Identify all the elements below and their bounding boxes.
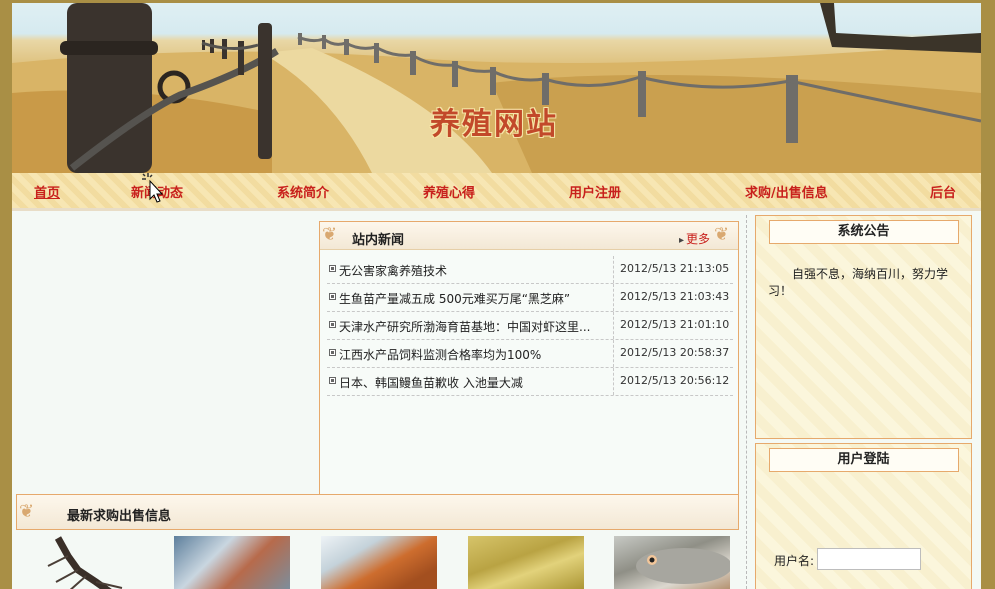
news-more-link[interactable]: 更多	[679, 230, 710, 247]
bullet-icon	[329, 321, 336, 328]
news-date: 2012/5/13 20:58:37	[613, 340, 733, 367]
bullet-icon	[329, 349, 336, 356]
news-panel-header: ❦ 站内新闻 更多 ❦	[320, 222, 738, 250]
corner-ornament-icon: ❦	[322, 224, 338, 245]
site-banner: 养殖网站	[12, 3, 981, 173]
column-divider	[746, 215, 747, 589]
news-date: 2012/5/13 21:03:43	[613, 284, 733, 311]
news-date: 2012/5/13 21:01:10	[613, 312, 733, 339]
site-news-panel: ❦ 站内新闻 更多 ❦ 无公害家禽养殖技术 2012/5/13 21:13:05…	[319, 221, 739, 495]
news-title-link[interactable]: 无公害家禽养殖技术	[339, 262, 609, 279]
user-login-panel: 用户登陆 用户名:	[755, 443, 972, 589]
nav-item-register[interactable]: 用户注册	[569, 182, 621, 201]
page-container: 养殖网站 首页 新闻动态 系统简介 养殖心得 用户注册 求购/出售信息 后台 ❦…	[12, 3, 981, 589]
left-content-area	[12, 215, 312, 495]
trade-thumbnail-fish[interactable]	[614, 536, 730, 589]
trade-thumbnail-seafood[interactable]	[174, 536, 290, 589]
latest-trade-title: 最新求购出售信息	[67, 509, 172, 524]
news-row: 江西水产品饲料监测合格率均为100% 2012/5/13 20:58:37	[327, 340, 733, 368]
bullet-icon	[329, 377, 336, 384]
nav-item-admin[interactable]: 后台	[930, 182, 956, 201]
corner-ornament-icon: ❦	[714, 224, 730, 245]
system-notice-panel: 系统公告 自强不息，海纳百川，努力学习！	[755, 215, 972, 439]
trade-thumbnail-lobster[interactable]	[38, 536, 154, 589]
username-input[interactable]	[817, 548, 921, 570]
nav-item-trade[interactable]: 求购/出售信息	[745, 182, 828, 201]
corner-ornament-icon: ❦	[19, 501, 35, 522]
news-title-link[interactable]: 生鱼苗产量减五成 500元难买万尾“黑芝麻”	[339, 290, 609, 307]
trade-thumbnail-crab[interactable]	[321, 536, 437, 589]
site-title: 养殖网站	[430, 107, 558, 142]
news-title-link[interactable]: 江西水产品饲料监测合格率均为100%	[339, 346, 609, 363]
notice-panel-title: 系统公告	[768, 220, 959, 244]
news-row: 日本、韩国鳗鱼苗歉收 入池量大减 2012/5/13 20:56:12	[327, 368, 733, 396]
news-panel-title: 站内新闻	[352, 233, 405, 248]
news-row: 天津水产研究所渤海育苗基地：中国对虾这里... 2012/5/13 21:01:…	[327, 312, 733, 340]
news-title-link[interactable]: 日本、韩国鳗鱼苗歉收 入池量大减	[339, 374, 609, 391]
latest-trade-header: ❦ 最新求购出售信息	[16, 494, 739, 530]
trade-thumbnail-eel[interactable]	[468, 536, 584, 589]
busy-cursor-icon	[142, 173, 164, 203]
username-label: 用户名:	[774, 554, 815, 568]
news-row: 生鱼苗产量减五成 500元难买万尾“黑芝麻” 2012/5/13 21:03:4…	[327, 284, 733, 312]
banner-illustration	[12, 3, 981, 173]
bullet-icon	[329, 265, 336, 272]
news-title-link[interactable]: 天津水产研究所渤海育苗基地：中国对虾这里...	[339, 318, 609, 335]
news-date: 2012/5/13 20:56:12	[613, 368, 733, 395]
news-list: 无公害家禽养殖技术 2012/5/13 21:13:05 生鱼苗产量减五成 50…	[327, 256, 733, 396]
news-date: 2012/5/13 21:13:05	[613, 256, 733, 283]
login-panel-title: 用户登陆	[768, 448, 959, 472]
bullet-icon	[329, 293, 336, 300]
notice-text: 自强不息，海纳百川，努力学习！	[768, 267, 949, 298]
nav-item-experience[interactable]: 养殖心得	[423, 182, 475, 201]
nav-item-intro[interactable]: 系统简介	[277, 182, 329, 201]
news-row: 无公害家禽养殖技术 2012/5/13 21:13:05	[327, 256, 733, 284]
nav-item-home[interactable]: 首页	[34, 182, 60, 201]
